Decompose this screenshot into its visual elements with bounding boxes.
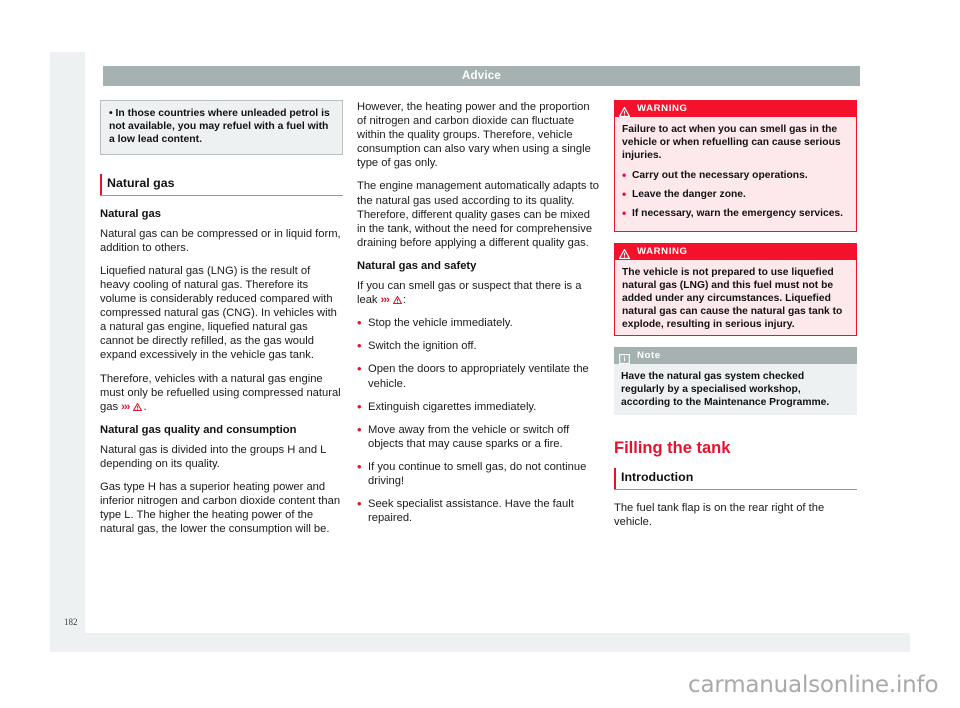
paragraph-lng-description: Liquefied natural gas (LNG) is the resul… — [100, 264, 337, 362]
note-label: Note — [637, 350, 661, 362]
note-body-text: Have the natural gas system checked regu… — [621, 371, 830, 409]
list-item: If you continue to smell gas, do not con… — [357, 459, 600, 488]
subhead-natural-gas: Natural gas — [100, 207, 161, 220]
paragraph-natural-gas-intro: Natural gas can be compressed or in liqu… — [100, 227, 341, 254]
warning-triangle-icon — [392, 294, 403, 305]
chapter-title-filling-the-tank: Filling the tank — [614, 439, 731, 458]
callout-bullet: • — [109, 108, 113, 119]
warning-triangle-icon — [618, 104, 631, 117]
paragraph-smell-gas-text: If you can smell gas or suspect that the… — [357, 280, 582, 307]
list-item: Open the doors to appropriately ventilat… — [357, 361, 600, 390]
warning-body-text: The vehicle is not prepared to use lique… — [622, 266, 843, 330]
section-heading-introduction: Introduction — [614, 468, 857, 491]
section-heading-natural-gas: Natural gas — [100, 173, 343, 196]
warning-box-header: WARNING — [614, 242, 857, 260]
paragraph-cng-period: . — [143, 400, 147, 413]
warning-box-header: WARNING — [614, 100, 857, 117]
paragraph-smell-gas-colon: : — [402, 294, 407, 307]
warning-box-body: Failure to act when you can smell gas in… — [614, 117, 857, 232]
safety-action-list: Stop the vehicle immediately. Switch the… — [357, 315, 600, 525]
middle-column: However, the heating power and the propo… — [357, 100, 600, 534]
list-item: Leave the danger zone. — [622, 187, 849, 202]
cross-reference-arrow-icon: ››› — [380, 294, 390, 307]
list-item: Carry out the necessary operations. — [622, 168, 849, 183]
list-item: Stop the vehicle immediately. — [357, 315, 600, 330]
paragraph-engine-management: The engine management automatically adap… — [357, 180, 599, 249]
paragraph-gas-type-h: Gas type H has a superior heating power … — [100, 481, 341, 536]
warning-body-text: Failure to act when you can smell gas in… — [622, 124, 841, 162]
note-box-body: Have the natural gas system checked regu… — [614, 364, 857, 416]
warning-label: WARNING — [637, 245, 688, 257]
list-item: Switch the ignition off. — [357, 338, 600, 353]
paragraph-heating-power-variation: However, the heating power and the propo… — [357, 101, 591, 170]
page-header-title: Advice — [103, 66, 860, 86]
warning-box-lng: WARNING The vehicle is not prepared to u… — [614, 242, 857, 337]
paragraph-cng-requirement: Therefore, vehicles with a natural gas e… — [100, 372, 343, 414]
list-item: Move away from the vehicle or switch off… — [357, 422, 600, 451]
section-heading-label: Natural gas — [107, 175, 175, 190]
info-icon — [619, 351, 630, 364]
paragraph-gas-groups: Natural gas is divided into the groups H… — [100, 443, 326, 471]
callout-unleaded-petrol: • In those countries where unleaded petr… — [100, 100, 343, 155]
paragraph-fuel-tank-flap: The fuel tank flap is on the rear right … — [614, 502, 825, 529]
callout-body: In those countries where unleaded petrol… — [109, 108, 330, 146]
callout-text: • In those countries where unleaded petr… — [109, 107, 334, 147]
warning-triangle-icon — [618, 246, 631, 260]
watermark: carmanualsonline.info — [688, 672, 939, 698]
warning-box-body: The vehicle is not prepared to use lique… — [614, 259, 857, 337]
warning-label: WARNING — [637, 103, 688, 114]
warning-box-smell-gas: WARNING Failure to act when you can smel… — [614, 100, 857, 232]
paragraph-smell-gas-lead-in: If you can smell gas or suspect that the… — [357, 279, 600, 307]
right-column: WARNING Failure to act when you can smel… — [614, 100, 857, 539]
cross-reference-arrow-icon: ››› — [121, 400, 130, 413]
left-column: • In those countries where unleaded petr… — [100, 100, 343, 545]
list-item: Extinguish cigarettes immediately. — [357, 399, 600, 414]
list-item: If necessary, warn the emergency service… — [622, 206, 849, 221]
subhead-natural-gas-safety: Natural gas and safety — [357, 259, 477, 272]
list-item: Seek specialist assistance. Have the fau… — [357, 496, 600, 525]
section-heading-label: Introduction — [621, 470, 694, 485]
note-box-maintenance: Note Have the natural gas system checked… — [614, 347, 857, 416]
warning-bullet-list: Carry out the necessary operations. Leav… — [622, 168, 849, 221]
note-box-header: Note — [614, 347, 857, 365]
page-number: 182 — [64, 617, 78, 627]
warning-triangle-icon — [133, 401, 143, 411]
subhead-quality-consumption: Natural gas quality and consumption — [100, 423, 297, 436]
